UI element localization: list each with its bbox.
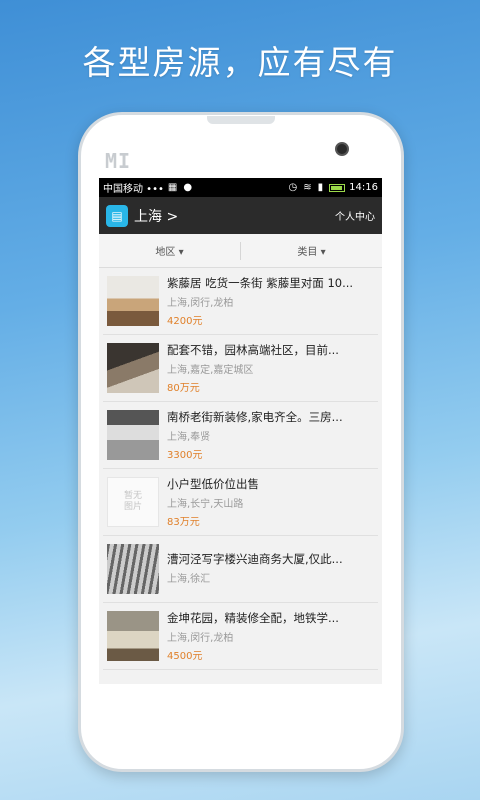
- list-item[interactable]: 南桥老街新装修,家电齐全。三房... 上海,奉贤 3300元: [103, 402, 378, 469]
- qr-icon: ▦: [167, 182, 178, 193]
- carrier-label: 中国移动 •••: [103, 184, 164, 195]
- status-bar: 中国移动 ••• ▦ ● ◷ ≋ ▮ 14:16: [99, 178, 382, 197]
- listing-title: 漕河泾写字楼兴迪商务大厦,仅此...: [167, 551, 343, 566]
- listing-price: 80万元: [167, 383, 200, 394]
- phone-earpiece: [207, 116, 275, 124]
- listing-location: 上海,闵行,龙柏: [167, 298, 234, 309]
- listing-list: 紫藤居 吃货一条街 紫藤里对面 10... 上海,闵行,龙柏 4200元 配套不…: [99, 268, 382, 680]
- placeholder-text: 暂无 图片: [123, 491, 142, 512]
- profile-button[interactable]: 个人中心: [335, 208, 375, 223]
- city-selector[interactable]: 上海 >: [134, 206, 178, 226]
- front-camera: [335, 142, 349, 156]
- wifi-icon: ≋: [303, 182, 312, 193]
- listing-thumbnail: [107, 611, 159, 661]
- filter-category[interactable]: 类目 ▾: [241, 243, 382, 258]
- list-item[interactable]: 金坤花园，精装修全配，地铁学... 上海,闵行,龙柏 4500元: [103, 603, 378, 670]
- app-bar: ▤ 上海 > 个人中心: [99, 197, 382, 234]
- listing-thumbnail: [107, 544, 159, 594]
- clock: 14:16: [349, 182, 378, 193]
- listing-thumbnail: [107, 343, 159, 393]
- no-image-placeholder: 暂无 图片: [107, 477, 159, 527]
- promo-headline: 各型房源，应有尽有: [82, 43, 398, 82]
- listing-price: 4500元: [167, 651, 203, 662]
- battery-icon: [329, 183, 346, 192]
- phone-screen: 中国移动 ••• ▦ ● ◷ ≋ ▮ 14:16 ▤ 上海 > 个人中心 地区 …: [99, 178, 382, 684]
- listing-price: 4200元: [167, 316, 203, 327]
- brand-logo: MI: [105, 149, 132, 173]
- listing-thumbnail: [107, 276, 159, 326]
- listing-price: 83万元: [167, 517, 200, 528]
- list-item[interactable]: 暂无 图片 小户型低价位出售 上海,长宁,天山路 83万元: [103, 469, 378, 536]
- listing-location: 上海,嘉定,嘉定城区: [167, 365, 254, 376]
- app-logo-icon: ▤: [106, 204, 128, 227]
- list-item[interactable]: 配套不错，园林高端社区，目前... 上海,嘉定,嘉定城区 80万元: [103, 335, 378, 402]
- listing-price: 3300元: [167, 450, 203, 461]
- listing-location: 上海,徐汇: [167, 573, 211, 585]
- list-item[interactable]: 紫藤居 吃货一条街 紫藤里对面 10... 上海,闵行,龙柏 4200元: [103, 268, 378, 335]
- listing-title: 紫藤居 吃货一条街 紫藤里对面 10...: [167, 276, 354, 290]
- filter-region[interactable]: 地区 ▾: [99, 243, 240, 258]
- list-item[interactable]: [103, 670, 378, 680]
- listing-location: 上海,闵行,龙柏: [167, 633, 234, 644]
- listing-location: 上海,长宁,天山路: [167, 499, 244, 510]
- filter-bar: 地区 ▾ 类目 ▾: [99, 234, 382, 268]
- listing-location: 上海,奉贤: [167, 432, 211, 443]
- listing-thumbnail: [107, 410, 159, 460]
- listing-title: 配套不错，园林高端社区，目前...: [167, 343, 339, 357]
- listing-title: 小户型低价位出售: [167, 477, 259, 491]
- alarm-icon: ◷: [288, 182, 298, 193]
- list-item[interactable]: 漕河泾写字楼兴迪商务大厦,仅此... 上海,徐汇: [103, 536, 378, 603]
- phone-frame: MI 中国移动 ••• ▦ ● ◷ ≋ ▮ 14:16 ▤ 上海 > 个人中心 …: [78, 112, 404, 772]
- android-icon: ●: [183, 182, 193, 193]
- listing-title: 金坤花园，精装修全配，地铁学...: [167, 611, 339, 625]
- listing-title: 南桥老街新装修,家电齐全。三房...: [167, 410, 343, 424]
- signal-icon: ▮: [317, 182, 324, 193]
